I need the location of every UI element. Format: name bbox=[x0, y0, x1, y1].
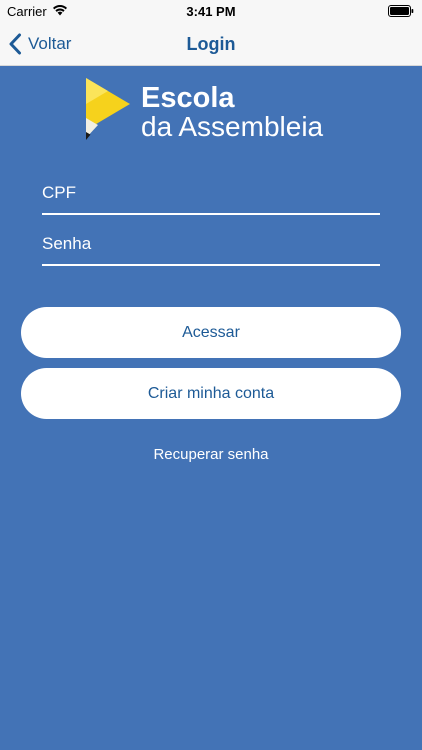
clock: 3:41 PM bbox=[186, 4, 236, 19]
status-bar: Carrier 3:41 PM bbox=[0, 0, 422, 22]
create-account-button[interactable]: Criar minha conta bbox=[21, 368, 401, 419]
chevron-left-icon bbox=[9, 33, 21, 55]
cpf-input[interactable] bbox=[42, 175, 380, 211]
password-input[interactable] bbox=[42, 226, 380, 262]
logo-text-assembleia: da Assembleia bbox=[141, 111, 324, 142]
back-button[interactable]: Voltar bbox=[8, 22, 71, 66]
login-button[interactable]: Acessar bbox=[21, 307, 401, 358]
logo-text-escola: Escola bbox=[141, 82, 235, 114]
login-screen: Carrier 3:41 PM Voltar Login Escola da A… bbox=[0, 0, 422, 750]
navigation-bar: Voltar Login bbox=[0, 22, 422, 66]
recover-password-link[interactable]: Recuperar senha bbox=[0, 446, 422, 463]
back-button-label: Voltar bbox=[28, 34, 72, 53]
battery-icon bbox=[388, 5, 414, 17]
cpf-field bbox=[42, 175, 380, 215]
pencil-play-logo bbox=[86, 78, 130, 140]
senha-field bbox=[42, 226, 380, 266]
app-logo: Escola da Assembleia bbox=[84, 78, 344, 144]
